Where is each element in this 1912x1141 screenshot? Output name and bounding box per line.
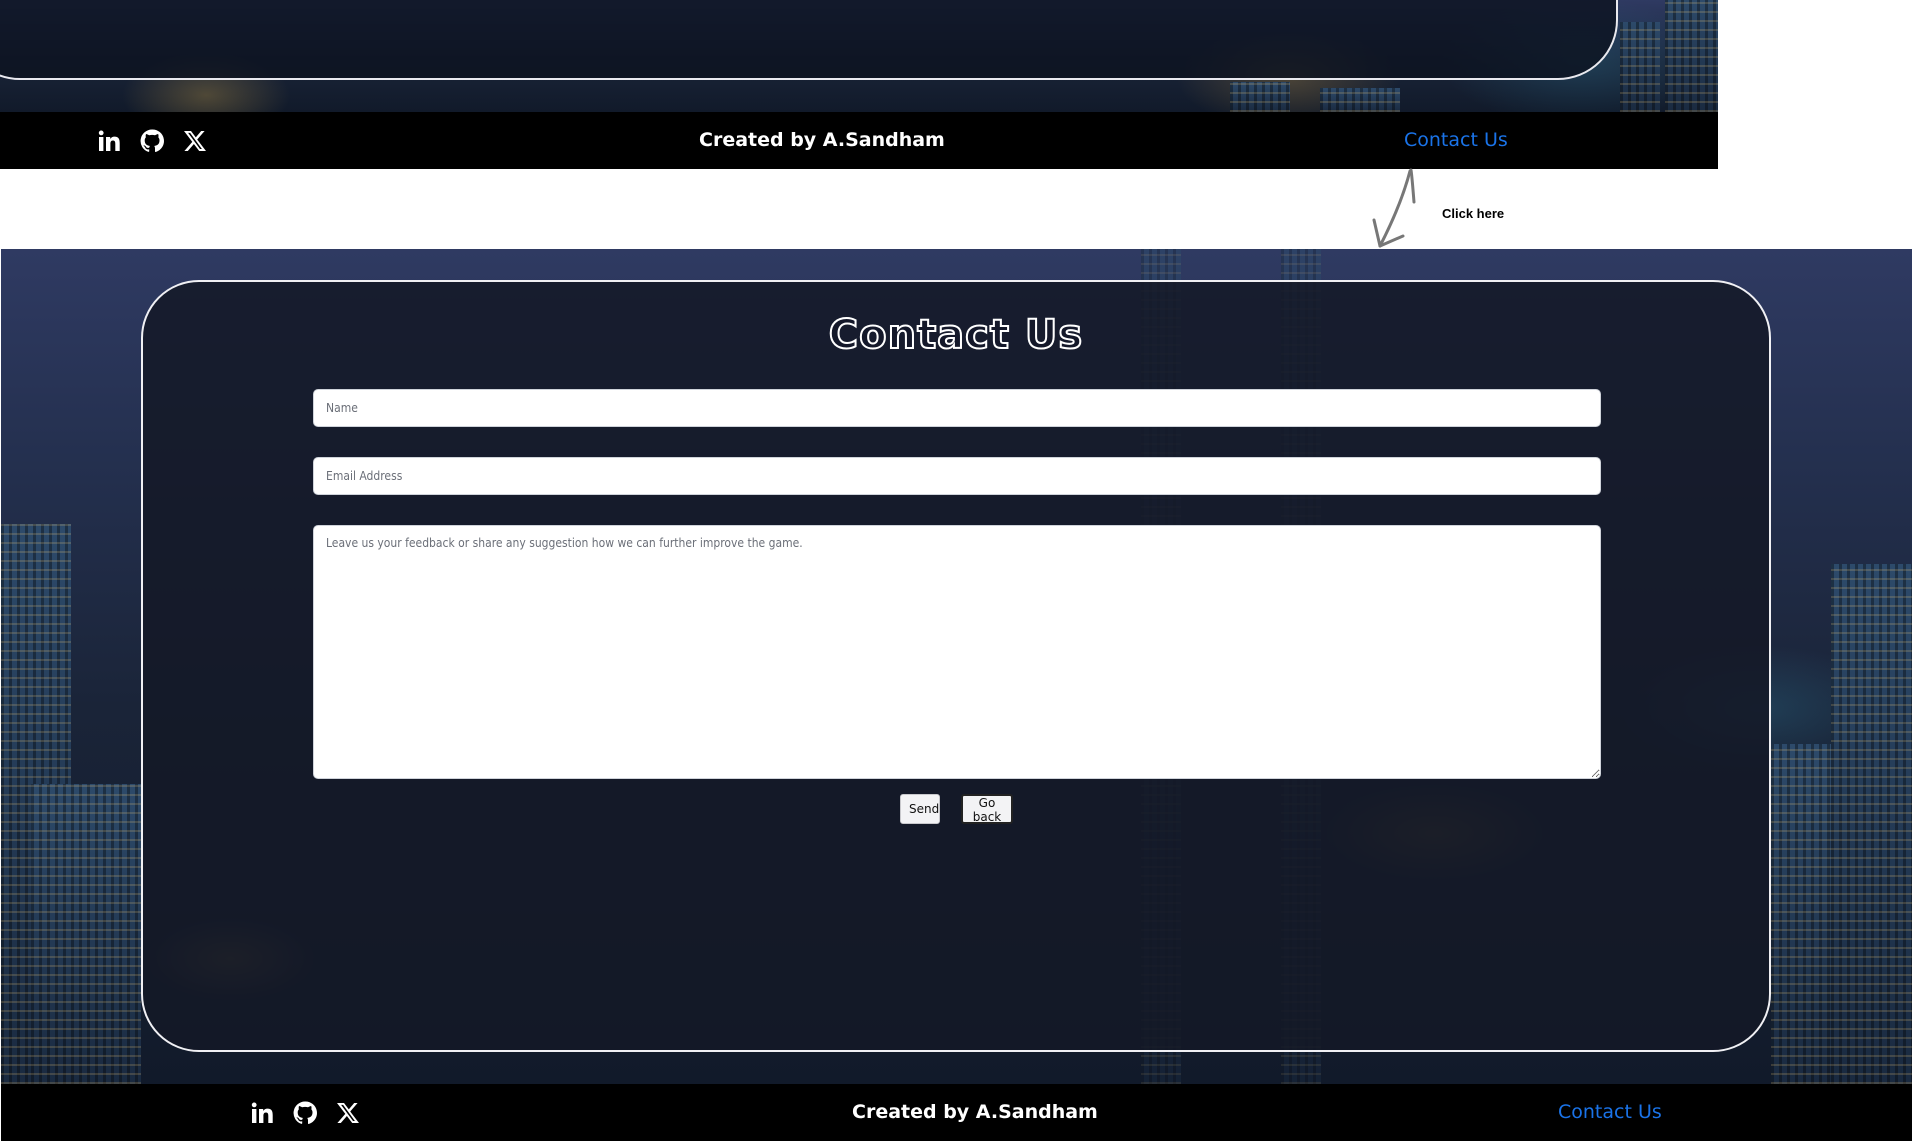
- send-button[interactable]: Send: [900, 794, 940, 824]
- social-links: [250, 1084, 360, 1141]
- go-back-button[interactable]: Go back: [961, 794, 1013, 824]
- footer-credit: Created by A.Sandham: [699, 129, 945, 151]
- name-input[interactable]: [313, 389, 1601, 427]
- city-background: [0, 0, 1718, 112]
- contact-us-link[interactable]: Contact Us: [1558, 1084, 1662, 1141]
- linkedin-icon[interactable]: [250, 1101, 274, 1125]
- x-twitter-icon[interactable]: [336, 1101, 360, 1125]
- linkedin-icon[interactable]: [97, 129, 121, 153]
- content-panel: [0, 0, 1618, 80]
- instruction-annotation: Click here: [1360, 140, 1560, 250]
- github-icon[interactable]: [293, 1100, 317, 1125]
- feedback-textarea[interactable]: [313, 525, 1601, 779]
- click-here-label: Click here: [1442, 206, 1505, 221]
- contact-panel: Contact Us Send Go back: [141, 280, 1771, 1052]
- social-links: [97, 112, 207, 169]
- page-title: Contact Us: [828, 311, 1084, 359]
- footer: Created by A.Sandham Contact Us: [1, 1084, 1912, 1141]
- contact-page-screenshot: Contact Us Send Go back Created by A.San…: [1, 249, 1912, 1141]
- email-input[interactable]: [313, 457, 1601, 495]
- arrow-icon: [1372, 168, 1416, 248]
- footer-credit: Created by A.Sandham: [852, 1101, 1098, 1123]
- x-twitter-icon[interactable]: [183, 129, 207, 153]
- github-icon[interactable]: [140, 128, 164, 153]
